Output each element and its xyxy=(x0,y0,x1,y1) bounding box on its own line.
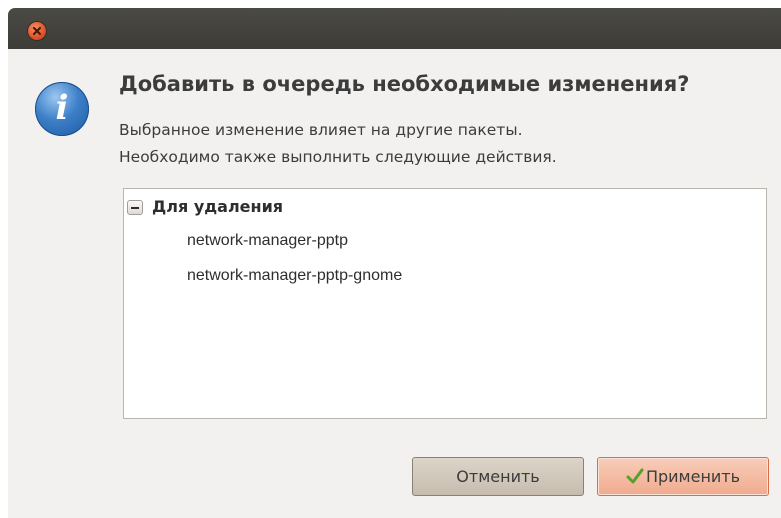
tree-group-removal[interactable]: Для удаления xyxy=(152,197,283,216)
title-bar[interactable] xyxy=(8,8,781,49)
tree-item-package[interactable]: network-manager-pptp xyxy=(187,232,348,250)
apply-button-label: Применить xyxy=(645,467,741,486)
cancel-button[interactable]: Отменить xyxy=(412,457,584,496)
cancel-button-label: Отменить xyxy=(456,467,540,486)
dialog-window: i Добавить в очередь необходимые изменен… xyxy=(8,8,781,518)
changes-tree[interactable]: Для удаления network-manager-pptp networ… xyxy=(123,188,767,419)
info-icon: i xyxy=(35,82,89,136)
dialog-heading: Добавить в очередь необходимые изменения… xyxy=(119,72,690,96)
dialog-description-line-2: Необходимо также выполнить следующие дей… xyxy=(119,148,557,166)
dialog-description-line-1: Выбранное изменение влияет на другие пак… xyxy=(119,121,523,139)
close-icon[interactable] xyxy=(28,22,46,40)
checkmark-icon xyxy=(626,468,644,484)
tree-item-package[interactable]: network-manager-pptp-gnome xyxy=(187,267,402,285)
apply-button[interactable]: Применить xyxy=(597,457,769,496)
collapse-expander-icon[interactable] xyxy=(127,200,143,215)
